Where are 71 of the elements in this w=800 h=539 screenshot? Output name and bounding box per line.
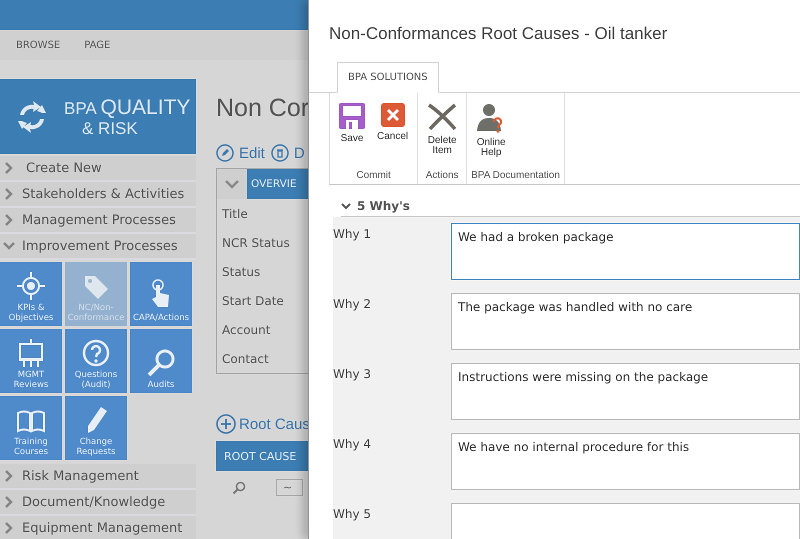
text-field[interactable]: The package was handled with no care — [451, 293, 800, 350]
field-label: Why 3 — [333, 366, 372, 383]
nav-item[interactable]: Equipment Management — [0, 516, 196, 539]
cancel-button[interactable]: Cancel — [372, 103, 414, 170]
ribbon-group-label: BPA Documentation — [471, 170, 560, 183]
nav-item[interactable]: Document/Knowledge — [0, 490, 196, 516]
section-header: OVERVIE — [247, 169, 308, 199]
chevron-right-icon — [5, 522, 13, 534]
app-tile[interactable]: Change Requests — [65, 396, 127, 460]
cross-icon — [427, 103, 458, 131]
nav-item[interactable]: Risk Management — [0, 464, 196, 490]
edit-icon — [216, 144, 234, 162]
logo-title: BPA QUALITY — [64, 96, 190, 120]
book-icon — [16, 409, 46, 435]
app-tile[interactable]: KPIs & Objectives — [0, 262, 62, 326]
edit-link[interactable]: Edit — [216, 142, 265, 164]
search-icon — [146, 348, 176, 378]
app-tile[interactable]: CAPA/Actions — [130, 262, 192, 326]
add-root-cause-link[interactable]: Root Caus — [216, 414, 310, 434]
easel-icon — [17, 338, 45, 368]
text-field[interactable]: We had a broken package — [451, 223, 800, 280]
delete-link[interactable]: D — [270, 142, 305, 164]
ribbon-tab[interactable]: BPA SOLUTIONS — [337, 62, 439, 93]
nav-item[interactable]: Improvement Processes — [0, 234, 196, 260]
chevron-down-icon[interactable] — [341, 202, 351, 210]
nav-item[interactable]: Management Processes — [0, 208, 196, 234]
dialog-title: Non-Conformances Root Causes - Oil tanker — [328, 23, 668, 40]
plus-circle-icon — [216, 414, 236, 434]
field-label: Account — [221, 322, 272, 338]
field-label: Why 5 — [333, 506, 372, 523]
tag-icon — [82, 273, 110, 301]
logo-banner[interactable]: BPA QUALITY & RISK — [0, 79, 196, 154]
field-label: NCR Status — [221, 234, 291, 252]
app-tile[interactable]: Training Courses — [0, 396, 62, 460]
field-label: Start Date — [221, 292, 285, 310]
trash-icon — [270, 144, 289, 162]
field-label: Why 4 — [333, 436, 372, 453]
field-label: Why 1 — [333, 226, 372, 243]
chevron-right-icon — [5, 470, 13, 482]
text-field[interactable]: We have no internal procedure for this — [451, 433, 800, 490]
chevron-down-icon — [3, 242, 15, 250]
filter-dropdown[interactable]: ~ — [276, 479, 304, 496]
target-icon — [16, 271, 46, 301]
app-tile[interactable]: Questions (Audit) — [65, 329, 127, 393]
chevron-right-icon — [5, 214, 13, 226]
logo-subtitle: & RISK — [81, 120, 139, 137]
ribbon-group-label: Actions — [424, 170, 460, 183]
field-label: Why 2 — [333, 296, 372, 313]
app-tile[interactable]: Audits — [130, 329, 192, 393]
field-label: Status — [221, 264, 262, 280]
field-label: Contact — [221, 350, 270, 368]
app-tile[interactable]: MGMT Reviews — [0, 329, 62, 393]
chevron-right-icon — [5, 162, 13, 174]
nav-item[interactable]: Stakeholders & Activities — [0, 182, 196, 208]
nav-item[interactable]: Create New — [0, 156, 196, 182]
chevron-right-icon — [5, 496, 13, 508]
close-icon — [380, 103, 405, 127]
field-label: Title — [221, 206, 249, 222]
delete-button[interactable]: Delete Item — [422, 103, 462, 170]
ribbon-tab[interactable]: BROWSE — [16, 40, 60, 50]
search-icon[interactable] — [232, 480, 246, 494]
page-title: Non Cor — [216, 94, 310, 124]
ribbon-tab[interactable]: PAGE — [84, 40, 110, 50]
chevron-right-icon — [5, 188, 13, 200]
section-header: 5 Why's — [357, 199, 410, 213]
question-icon — [81, 338, 111, 368]
ribbon-group-label: Commit — [355, 170, 392, 183]
list-header: ROOT CAUSE — [216, 441, 308, 471]
save-button[interactable]: Save — [334, 103, 370, 170]
text-field[interactable]: Instructions were missing on the package — [451, 363, 800, 420]
help-button[interactable]: Online Help — [471, 103, 512, 170]
